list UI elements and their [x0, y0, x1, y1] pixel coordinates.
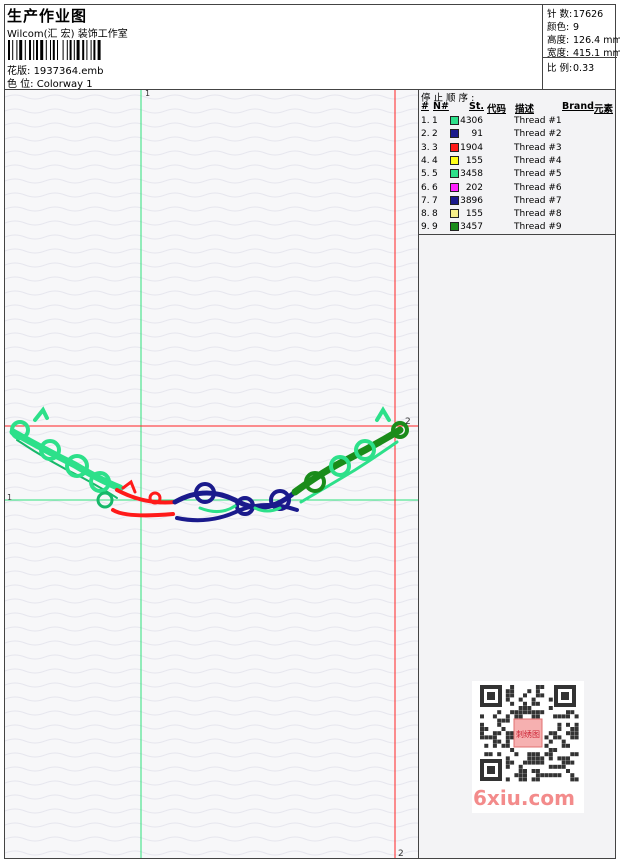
thread-index: 2. — [421, 129, 430, 140]
thread-needle: 1 — [432, 116, 438, 126]
thread-stitches: 155 — [465, 155, 483, 166]
page-title: 生产作业图 — [7, 7, 88, 25]
guide-label-h2: 2 — [405, 417, 411, 427]
thread-index: 8. — [421, 209, 430, 220]
thread-index: 7. — [421, 195, 430, 206]
thread-index: 6. — [421, 182, 430, 193]
colorway-value: Colorway 1 — [36, 79, 93, 90]
thread-row: 8. 8 155 Thread #8 — [419, 208, 615, 221]
thread-description: Thread #2 — [514, 129, 562, 140]
stat-height: 高度: 126.4 mm — [547, 35, 620, 46]
thread-description: Thread #7 — [514, 195, 562, 206]
guide-label-h1: 1 — [7, 493, 12, 502]
thread-stitches: 1904 — [460, 142, 483, 153]
thread-needle: 8 — [432, 209, 438, 220]
thread-stitches: 3457 — [460, 222, 483, 233]
thread-needle: 5 — [432, 169, 438, 180]
thread-color-swatch — [450, 209, 459, 219]
header-info: 生产作业图 Wilcom(汇 宏) 装饰工作室 花版: 1937364.emb … — [4, 4, 542, 90]
thread-row: 5. 5 3458 Thread #5 — [419, 168, 615, 181]
guide-label-v2: 2 — [398, 849, 404, 858]
qr-code: 刺绣图 — [472, 681, 584, 785]
thread-row: 9. 9 3457 Thread #9 — [419, 221, 615, 234]
thread-color-swatch — [450, 222, 459, 232]
col-code: 代码 — [487, 104, 507, 115]
thread-color-swatch — [450, 155, 459, 165]
col-stitches: St. — [469, 101, 484, 112]
colorway-label: 色 位: — [7, 79, 34, 90]
studio-name: Wilcom(汇 宏) 装饰工作室 — [7, 29, 128, 40]
col-element: 元素 — [594, 104, 614, 115]
thread-description: Thread #1 — [514, 116, 562, 126]
stat-colors: 颜色: 9 — [547, 22, 580, 33]
col-brand: Brand — [562, 101, 594, 112]
thread-description: Thread #4 — [514, 155, 562, 166]
thread-description: Thread #3 — [514, 142, 562, 153]
thread-row: 1. 1 4306 Thread #1 — [419, 115, 615, 128]
thread-row: 2. 2 91 Thread #2 — [419, 128, 615, 141]
thread-color-swatch — [450, 195, 459, 205]
thread-color-swatch — [450, 142, 459, 152]
stats-box: 针 数:17626 颜色: 9 高度: 126.4 mm 宽度: 415.1 mm 比… — [542, 4, 620, 89]
thread-needle: 6 — [432, 182, 438, 193]
thread-description: Thread #6 — [514, 182, 562, 193]
thread-needle: 9 — [432, 222, 438, 233]
col-desc: 描述 — [515, 104, 535, 115]
thread-stitches: 4306 — [460, 116, 483, 126]
qr-stamp: 刺绣图 — [516, 729, 540, 739]
thread-index: 3. — [421, 142, 430, 153]
thread-row: 4. 4 155 Thread #4 — [419, 155, 615, 168]
thread-needle: 7 — [432, 195, 438, 206]
thread-needle: 2 — [432, 129, 438, 140]
thread-stitches: 91 — [471, 129, 483, 140]
stat-scale: 比 例:0.33 — [547, 63, 595, 74]
stats-divider — [543, 57, 617, 58]
thread-stitches: 3896 — [460, 195, 483, 206]
barcode — [8, 40, 101, 60]
thread-description: Thread #9 — [514, 222, 562, 233]
thread-color-swatch — [450, 116, 459, 125]
colorway-line: 色 位: Colorway 1 — [7, 75, 93, 90]
guide-label-v1: 1 — [145, 90, 150, 98]
thread-color-swatch — [450, 129, 459, 139]
thread-stitches: 155 — [465, 209, 483, 220]
thread-index: 4. — [421, 155, 430, 166]
thread-needle: 3 — [432, 142, 438, 153]
thread-needle: 4 — [432, 155, 438, 166]
col-num: # — [421, 101, 429, 112]
header: 生产作业图 Wilcom(汇 宏) 装饰工作室 花版: 1937364.emb … — [4, 4, 620, 90]
thread-stitches: 3458 — [460, 169, 483, 180]
thread-color-swatch — [450, 169, 459, 179]
panel-divider — [419, 234, 615, 235]
thread-index: 5. — [421, 169, 430, 180]
thread-color-swatch — [450, 182, 459, 192]
thread-description: Thread #8 — [514, 209, 562, 220]
thread-description: Thread #5 — [514, 169, 562, 180]
col-needle: N# — [433, 101, 449, 112]
thread-index: 9. — [421, 222, 430, 233]
thread-row: 3. 3 1904 Thread #3 — [419, 142, 615, 155]
thread-row: 7. 7 3896 Thread #7 — [419, 195, 615, 208]
embroidery-preview: 1 1 2 2 — [5, 90, 418, 858]
thread-index: 1. — [421, 116, 430, 126]
thread-stitches: 202 — [465, 182, 483, 193]
design-canvas: 1 1 2 2 — [5, 90, 419, 858]
stat-stitches: 针 数:17626 — [547, 9, 604, 20]
thread-row: 6. 6 202 Thread #6 — [419, 182, 615, 195]
site-watermark: 6xiu.com — [473, 786, 575, 810]
